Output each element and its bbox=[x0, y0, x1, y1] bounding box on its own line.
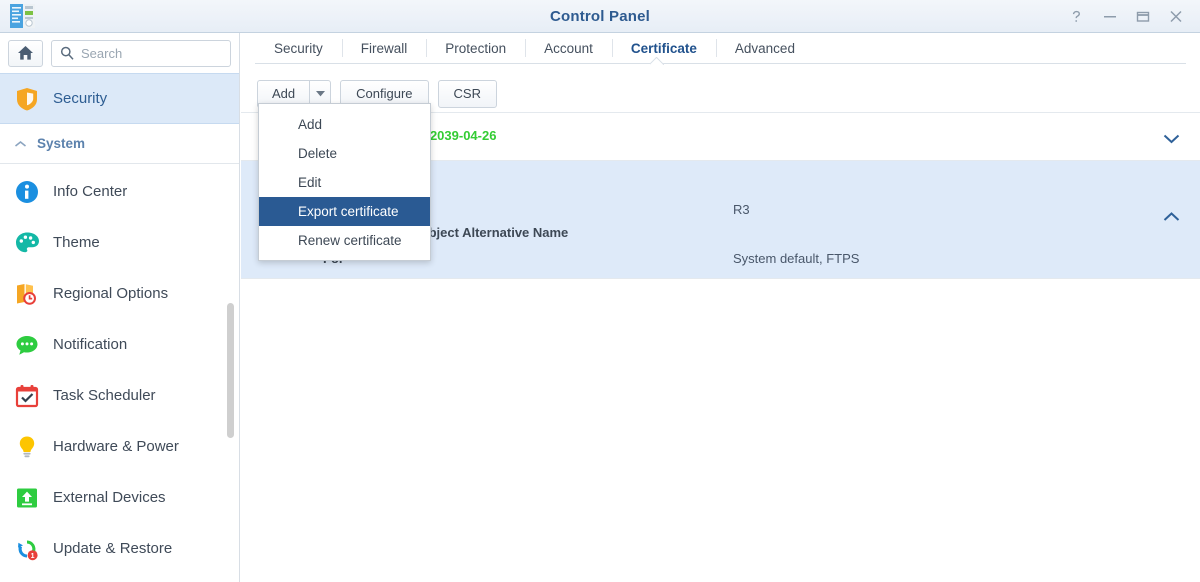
sidebar-item-label: External Devices bbox=[53, 489, 166, 506]
window-controls bbox=[1060, 0, 1192, 33]
maximize-button[interactable] bbox=[1126, 0, 1159, 33]
tab-label: Firewall bbox=[360, 40, 408, 56]
tab-label: Protection bbox=[445, 40, 507, 56]
sidebar-item-label: Security bbox=[53, 90, 108, 107]
sidebar-group-system[interactable]: System bbox=[0, 124, 239, 164]
tab-label: Advanced bbox=[734, 40, 795, 56]
info-icon bbox=[14, 179, 40, 205]
title-bar: Control Panel bbox=[0, 0, 1200, 33]
chevron-up-icon bbox=[14, 135, 27, 153]
menu-item-export-certificate[interactable]: Export certificate bbox=[259, 197, 430, 226]
chevron-up-icon[interactable] bbox=[1163, 209, 1180, 227]
sidebar-item-external-devices[interactable]: External Devices bbox=[0, 472, 239, 523]
minimize-button[interactable] bbox=[1093, 0, 1126, 33]
menu-item-renew-certificate[interactable]: Renew certificate bbox=[259, 226, 430, 255]
refresh-icon: 1 bbox=[14, 536, 40, 562]
chat-bubble-icon bbox=[14, 332, 40, 358]
lightbulb-icon bbox=[14, 434, 40, 460]
globe-clock-icon bbox=[14, 281, 40, 307]
sidebar-item-info-center[interactable]: Info Center bbox=[0, 166, 239, 217]
control-panel-window: Control Panel Search Security System Inf… bbox=[0, 0, 1200, 582]
tab-label: Security bbox=[274, 40, 323, 56]
for-value: System default, FTPS bbox=[733, 251, 860, 266]
menu-item-edit[interactable]: Edit bbox=[259, 168, 430, 197]
sidebar-item-label: Regional Options bbox=[53, 285, 169, 302]
add-dropdown-menu: Add Delete Edit Export certificate Renew… bbox=[258, 103, 431, 261]
sidebar-item-label: Theme bbox=[53, 234, 100, 251]
tab-label: Certificate bbox=[630, 40, 697, 56]
sidebar-item-label: Hardware & Power bbox=[53, 438, 179, 455]
search-icon bbox=[60, 46, 74, 60]
shield-icon bbox=[14, 86, 40, 112]
sidebar-scrollbar[interactable] bbox=[227, 303, 234, 438]
tab-advanced[interactable]: Advanced bbox=[715, 33, 814, 63]
sidebar-item-label: Task Scheduler bbox=[53, 387, 156, 404]
sidebar-item-notification[interactable]: Notification bbox=[0, 319, 239, 370]
tab-label: Account bbox=[544, 40, 593, 56]
sidebar: Security System Info C bbox=[0, 33, 240, 582]
sidebar-item-label: Notification bbox=[53, 336, 128, 353]
svg-text:1: 1 bbox=[31, 553, 35, 560]
window-title: Control Panel bbox=[549, 8, 651, 25]
csr-button[interactable]: CSR bbox=[437, 79, 497, 108]
sidebar-group-label: System bbox=[37, 136, 86, 151]
sidebar-item-hardware-power[interactable]: Hardware & Power bbox=[0, 421, 239, 472]
sidebar-item-security[interactable]: Security bbox=[0, 73, 239, 124]
sidebar-item-task-scheduler[interactable]: Task Scheduler bbox=[0, 370, 239, 421]
issuer-value: R3 bbox=[733, 202, 750, 217]
search-box[interactable] bbox=[51, 39, 231, 67]
palette-icon bbox=[14, 230, 40, 256]
calendar-check-icon bbox=[14, 383, 40, 409]
sidebar-item-label: Update & Restore bbox=[53, 540, 173, 557]
tab-firewall[interactable]: Firewall bbox=[341, 33, 427, 63]
sidebar-item-update-restore[interactable]: 1 Update & Restore bbox=[0, 523, 239, 574]
tab-account[interactable]: Account bbox=[525, 33, 612, 63]
sidebar-item-label: Info Center bbox=[53, 183, 128, 200]
menu-item-delete[interactable]: Delete bbox=[259, 139, 430, 168]
search-input[interactable] bbox=[81, 45, 221, 61]
sidebar-search-bar bbox=[0, 33, 239, 73]
tab-security[interactable]: Security bbox=[255, 33, 342, 63]
tab-protection[interactable]: Protection bbox=[426, 33, 525, 63]
tab-bar: Security Firewall Protection Account Cer… bbox=[241, 33, 1200, 63]
sidebar-scroll-area: Security System Info Center Theme Region… bbox=[0, 73, 239, 582]
close-button[interactable] bbox=[1159, 0, 1192, 33]
tab-divider bbox=[255, 63, 1186, 64]
certificate-expiry: - 2039-04-26 bbox=[422, 128, 497, 143]
sidebar-item-theme[interactable]: Theme bbox=[0, 217, 239, 268]
menu-item-add[interactable]: Add bbox=[259, 110, 430, 139]
usb-upload-icon bbox=[14, 485, 40, 511]
active-tab-caret bbox=[650, 57, 664, 65]
chevron-down-icon[interactable] bbox=[1163, 131, 1180, 149]
sidebar-item-regional-options[interactable]: Regional Options bbox=[0, 268, 239, 319]
home-button[interactable] bbox=[8, 39, 43, 67]
help-button[interactable] bbox=[1060, 0, 1093, 33]
subject-alternative-name-label: Subject Alternative Name bbox=[412, 225, 569, 240]
